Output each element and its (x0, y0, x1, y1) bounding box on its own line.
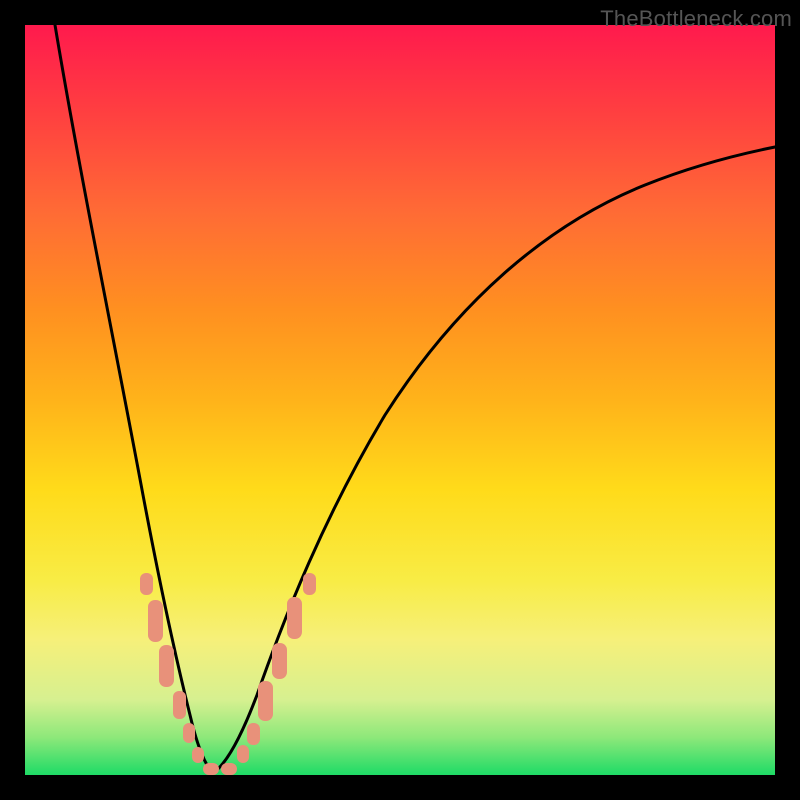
curve-right-branch (213, 147, 775, 773)
marker-dot (148, 600, 163, 642)
marker-dot (140, 573, 153, 595)
chart-overlay-svg (25, 25, 775, 775)
marker-dot (221, 763, 237, 775)
marker-group (140, 573, 316, 775)
marker-dot (183, 723, 195, 743)
marker-dot (203, 763, 219, 775)
marker-dot (287, 597, 302, 639)
marker-dot (237, 745, 249, 763)
attribution-text: TheBottleneck.com (600, 6, 792, 32)
marker-dot (247, 723, 260, 745)
marker-dot (159, 645, 174, 687)
marker-dot (303, 573, 316, 595)
chart-plot-area (25, 25, 775, 775)
marker-dot (173, 691, 186, 719)
marker-dot (192, 747, 204, 763)
marker-dot (272, 643, 287, 679)
marker-dot (258, 681, 273, 721)
curve-left-branch (55, 25, 213, 773)
